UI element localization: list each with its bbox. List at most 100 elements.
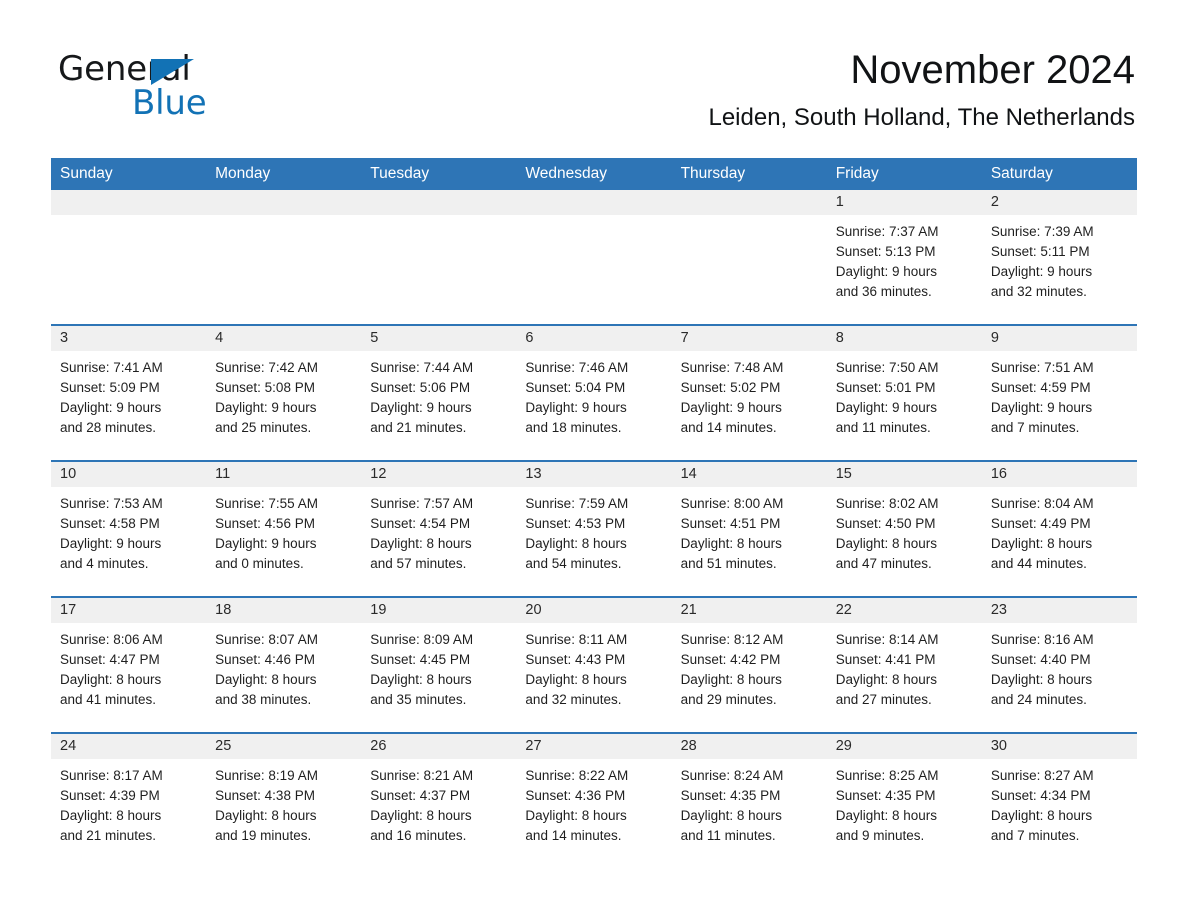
calendar-day-cell-20[interactable]: 20 Sunrise: 8:11 AM Sunset: 4:43 PM Dayligh…: [516, 598, 672, 732]
day-detail-line: Daylight: 8 hours: [370, 808, 472, 823]
calendar-day-cell-22[interactable]: 22 Sunrise: 8:14 AM Sunset: 4:41 PM Dayligh…: [826, 598, 982, 732]
calendar-day-cell-21[interactable]: 21 Sunrise: 8:12 AM Sunset: 4:42 PM Dayligh…: [671, 598, 827, 732]
day-number: 29: [826, 734, 982, 759]
calendar-day-cell-25[interactable]: 25 Sunrise: 8:19 AM Sunset: 4:38 PM Dayligh…: [206, 734, 362, 868]
calendar-day-cell-18[interactable]: 18 Sunrise: 8:07 AM Sunset: 4:46 PM Dayligh…: [206, 598, 362, 732]
day-details: Sunrise: 7:51 AM Sunset: 4:59 PM Daylight:…: [982, 351, 1137, 460]
day-number: 23: [981, 598, 1137, 623]
day-detail-line: Daylight: 8 hours: [215, 672, 317, 687]
calendar-day-cell-29[interactable]: 29 Sunrise: 8:25 AM Sunset: 4:35 PM Dayligh…: [826, 734, 982, 868]
day-detail-line: Sunrise: 8:17 AM: [60, 768, 163, 783]
day-detail-line: Sunset: 4:56 PM: [215, 516, 315, 531]
day-detail-line: and 32 minutes.: [525, 692, 622, 707]
general-blue-logo[interactable]: General Blue: [58, 50, 358, 128]
calendar-day-cell-9[interactable]: 9 Sunrise: 7:51 AM Sunset: 4:59 PM Daylight…: [981, 326, 1137, 460]
day-number: 7: [671, 326, 827, 351]
calendar-day-cell-6[interactable]: 6 Sunrise: 7:46 AM Sunset: 5:04 PM Daylight…: [516, 326, 672, 460]
day-detail-line: Sunset: 5:04 PM: [525, 380, 626, 395]
day-detail-line: and 7 minutes.: [990, 828, 1080, 843]
day-detail-line: Daylight: 8 hours: [60, 808, 162, 823]
calendar-week-row: 24 Sunrise: 8:17 AM Sunset: 4:39 PM Dayligh…: [51, 732, 1137, 868]
calendar-day-cell-5[interactable]: 5 Sunrise: 7:44 AM Sunset: 5:06 PM Daylight…: [361, 326, 517, 460]
calendar-day-cell-2[interactable]: 2 Sunrise: 7:39 AM Sunset: 5:11 PM Daylight…: [981, 190, 1137, 324]
day-detail-line: Sunset: 4:35 PM: [835, 788, 936, 803]
calendar-day-cell-11[interactable]: 11 Sunrise: 7:55 AM Sunset: 4:56 PM Dayligh…: [206, 462, 362, 596]
day-detail-line: Sunrise: 7:46 AM: [525, 360, 629, 375]
calendar-day-cell-1[interactable]: 1 Sunrise: 7:37 AM Sunset: 5:13 PM Daylight…: [826, 190, 982, 324]
day-detail-line: and 14 minutes.: [525, 828, 622, 843]
calendar-day-cell-24[interactable]: 24 Sunrise: 8:17 AM Sunset: 4:39 PM Dayligh…: [51, 734, 207, 868]
day-detail-line: Sunrise: 8:14 AM: [835, 632, 939, 647]
calendar-day-cell-14[interactable]: 14 Sunrise: 8:00 AM Sunset: 4:51 PM Dayligh…: [671, 462, 827, 596]
calendar-day-cell-7[interactable]: 7 Sunrise: 7:48 AM Sunset: 5:02 PM Daylight…: [671, 326, 827, 460]
day-detail-line: Sunrise: 8:04 AM: [990, 496, 1094, 511]
day-detail-line: Sunrise: 7:42 AM: [215, 360, 318, 375]
calendar-week-row: 1 Sunrise: 7:37 AM Sunset: 5:13 PM Daylight…: [51, 190, 1137, 324]
calendar-day-cell-28[interactable]: 28 Sunrise: 8:24 AM Sunset: 4:35 PM Dayligh…: [671, 734, 827, 868]
calendar-day-cell-15[interactable]: 15 Sunrise: 8:02 AM Sunset: 4:50 PM Dayligh…: [826, 462, 982, 596]
day-details: Sunrise: 7:41 AM Sunset: 5:09 PM Daylight:…: [51, 351, 206, 460]
day-detail-line: and 0 minutes.: [215, 556, 304, 571]
day-detail-line: Daylight: 8 hours: [990, 536, 1093, 551]
day-number: 19: [361, 598, 517, 623]
day-details: [51, 215, 206, 324]
calendar-day-cell-10[interactable]: 10 Sunrise: 7:53 AM Sunset: 4:58 PM Dayligh…: [51, 462, 207, 596]
day-detail-line: Sunrise: 8:21 AM: [370, 768, 474, 783]
weekday-header-monday: Monday: [215, 165, 271, 182]
calendar-weeks: 1 Sunrise: 7:37 AM Sunset: 5:13 PM Daylight…: [51, 190, 1137, 868]
day-number: 18: [206, 598, 362, 623]
day-detail-line: Daylight: 9 hours: [215, 536, 317, 551]
calendar-day-cell-12[interactable]: 12 Sunrise: 7:57 AM Sunset: 4:54 PM Dayligh…: [361, 462, 517, 596]
day-detail-line: Sunrise: 7:55 AM: [215, 496, 318, 511]
day-detail-line: Daylight: 9 hours: [215, 400, 317, 415]
day-number: [516, 190, 672, 215]
day-number: [671, 190, 827, 215]
day-details: Sunrise: 8:27 AM Sunset: 4:34 PM Daylight:…: [982, 759, 1137, 868]
day-number: 10: [51, 462, 207, 487]
day-details: Sunrise: 7:53 AM Sunset: 4:58 PM Daylight:…: [51, 487, 206, 596]
weekday-header-sunday: Sunday: [60, 165, 113, 182]
day-detail-line: Sunset: 5:01 PM: [835, 380, 936, 395]
day-detail-line: Sunset: 5:02 PM: [680, 380, 781, 395]
day-detail-line: Sunrise: 7:51 AM: [990, 360, 1094, 375]
day-number: [51, 190, 207, 215]
day-detail-line: Sunrise: 8:07 AM: [215, 632, 318, 647]
title-block: November 2024 Leiden, South Holland, The…: [708, 46, 1135, 132]
day-number: 20: [516, 598, 672, 623]
day-detail-line: and 21 minutes.: [60, 828, 157, 843]
calendar-day-cell-8[interactable]: 8 Sunrise: 7:50 AM Sunset: 5:01 PM Daylight…: [826, 326, 982, 460]
day-details: Sunrise: 8:25 AM Sunset: 4:35 PM Daylight:…: [827, 759, 982, 868]
day-detail-line: Sunrise: 8:25 AM: [835, 768, 939, 783]
calendar-day-cell-13[interactable]: 13 Sunrise: 7:59 AM Sunset: 4:53 PM Dayligh…: [516, 462, 672, 596]
day-number: 2: [981, 190, 1137, 215]
day-detail-line: Sunrise: 7:37 AM: [835, 224, 939, 239]
day-number: 22: [826, 598, 982, 623]
day-detail-line: Daylight: 9 hours: [990, 400, 1093, 415]
day-details: Sunrise: 8:06 AM Sunset: 4:47 PM Daylight:…: [51, 623, 206, 732]
calendar-day-cell-17[interactable]: 17 Sunrise: 8:06 AM Sunset: 4:47 PM Dayligh…: [51, 598, 207, 732]
day-detail-line: Sunset: 5:09 PM: [60, 380, 160, 395]
calendar-day-cell-19[interactable]: 19 Sunrise: 8:09 AM Sunset: 4:45 PM Dayligh…: [361, 598, 517, 732]
day-detail-line: Daylight: 8 hours: [370, 672, 472, 687]
general-blue-triangle-icon: [151, 59, 194, 85]
calendar-day-cell-16[interactable]: 16 Sunrise: 8:04 AM Sunset: 4:49 PM Dayligh…: [981, 462, 1137, 596]
day-detail-line: Sunset: 4:41 PM: [835, 652, 936, 667]
day-detail-line: Sunset: 4:51 PM: [680, 516, 781, 531]
weekday-header-saturday: Saturday: [990, 165, 1053, 182]
calendar-day-cell-23[interactable]: 23 Sunrise: 8:16 AM Sunset: 4:40 PM Dayligh…: [981, 598, 1137, 732]
day-detail-line: Sunrise: 8:02 AM: [835, 496, 939, 511]
day-detail-line: Daylight: 9 hours: [525, 400, 627, 415]
day-detail-line: Daylight: 8 hours: [525, 672, 627, 687]
day-number: 3: [51, 326, 207, 351]
calendar-day-cell-30[interactable]: 30 Sunrise: 8:27 AM Sunset: 4:34 PM Dayligh…: [981, 734, 1137, 868]
day-number: 4: [206, 326, 362, 351]
calendar-day-cell-3[interactable]: 3 Sunrise: 7:41 AM Sunset: 5:09 PM Daylight…: [51, 326, 207, 460]
day-detail-line: Daylight: 9 hours: [60, 400, 162, 415]
day-detail-line: Daylight: 9 hours: [60, 536, 162, 551]
calendar-day-cell-empty: [51, 190, 207, 324]
calendar-day-cell-27[interactable]: 27 Sunrise: 8:22 AM Sunset: 4:36 PM Dayligh…: [516, 734, 672, 868]
day-detail-line: and 41 minutes.: [60, 692, 157, 707]
day-detail-line: Sunset: 4:35 PM: [680, 788, 781, 803]
calendar-day-cell-26[interactable]: 26 Sunrise: 8:21 AM Sunset: 4:37 PM Dayligh…: [361, 734, 517, 868]
calendar-day-cell-4[interactable]: 4 Sunrise: 7:42 AM Sunset: 5:08 PM Daylight…: [206, 326, 362, 460]
